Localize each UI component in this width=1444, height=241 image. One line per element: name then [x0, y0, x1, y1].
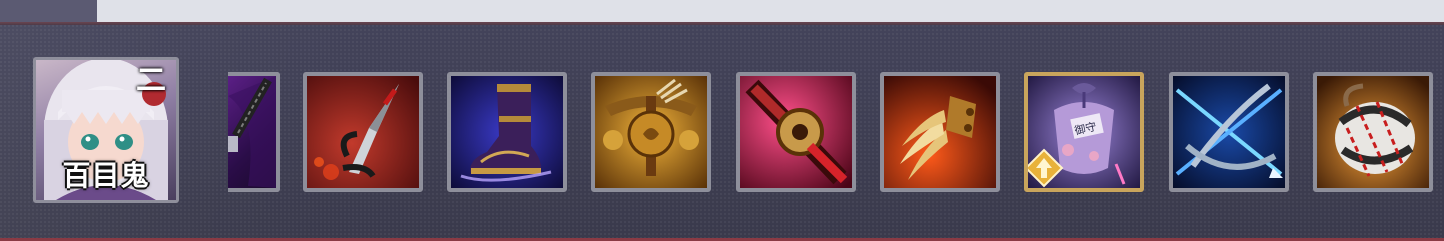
hero-portrait[interactable]: 二 百目鬼 — [33, 57, 179, 203]
top-bar-dark-segment — [0, 0, 97, 22]
blood-dagger-item-icon — [307, 76, 419, 188]
item-slot-9[interactable] — [1313, 72, 1433, 192]
golden-crossbow-item-icon — [595, 76, 707, 188]
item-slot-1[interactable] — [228, 72, 280, 192]
crossed-bows-item-icon — [1173, 76, 1285, 188]
golden-claw-item-icon — [884, 76, 996, 188]
item-slot-4[interactable] — [591, 72, 711, 192]
hero-grade-badge: 二 — [136, 63, 166, 98]
item-slot-3[interactable] — [447, 72, 567, 192]
item-slot-2[interactable] — [303, 72, 423, 192]
upgrade-arrow-icon — [1028, 148, 1064, 188]
bound-rope-item-icon — [1317, 76, 1429, 188]
crimson-katana-item-icon — [740, 76, 852, 188]
hero-name: 百目鬼 — [62, 159, 150, 192]
item-slot-6[interactable] — [880, 72, 1000, 192]
purple-boots-item-icon — [451, 76, 563, 188]
item-slot-8[interactable] — [1169, 72, 1289, 192]
top-bar — [0, 0, 1444, 22]
katana-item-icon — [228, 76, 276, 188]
item-slot-5[interactable] — [736, 72, 856, 192]
item-slot-7[interactable]: 御守 — [1024, 72, 1144, 192]
